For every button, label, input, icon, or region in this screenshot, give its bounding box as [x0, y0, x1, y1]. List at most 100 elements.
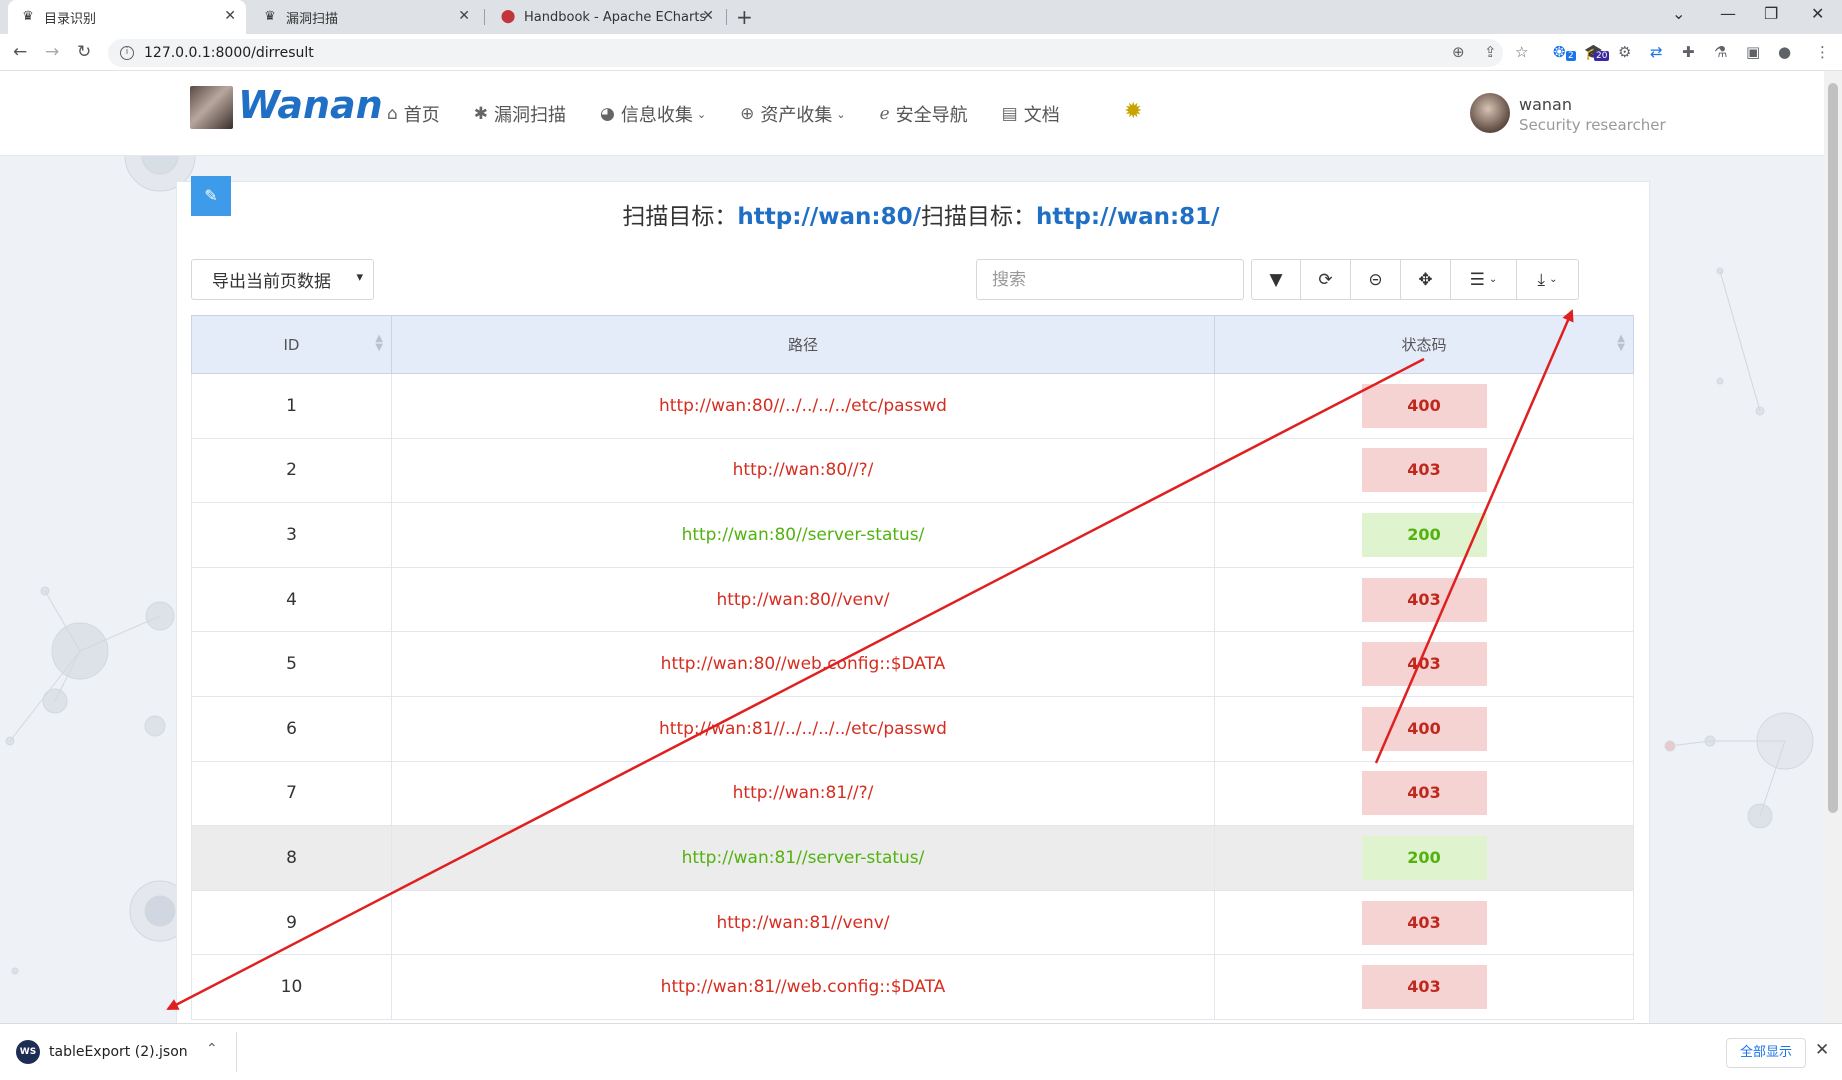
cell-status: 200 — [1214, 502, 1634, 568]
flask-icon[interactable]: ⚗ — [1714, 43, 1727, 61]
table-row[interactable]: 8 http://wan:81//server-status/200 — [191, 825, 1634, 891]
nav-security-nav[interactable]: ℯ 安全导航 — [880, 101, 968, 127]
arrows-move-icon: ✥ — [1418, 269, 1433, 290]
close-tab-icon[interactable]: ✕ — [224, 8, 236, 24]
tab-search-chevron-icon[interactable]: ⌄ — [1672, 4, 1685, 23]
table-row[interactable]: 7 http://wan:81//?/ 403 — [191, 761, 1634, 827]
cell-id: 3 — [191, 502, 392, 568]
cell-status: 200 — [1214, 825, 1634, 891]
download-shelf: WS tableExport (2).json ⌃ 全部显示 ✕ — [0, 1023, 1842, 1080]
browser-tab-strip: ♛ 目录识别 ✕ ♛ 漏洞扫描 ✕ ⬤ Handbook - Apache EC… — [0, 0, 1842, 34]
sort-icon[interactable]: ▲ ▼ — [375, 334, 383, 353]
cell-id: 7 — [191, 761, 392, 827]
webstorm-file-icon[interactable]: WS — [16, 1040, 40, 1064]
cell-status: 400 — [1214, 373, 1634, 439]
toggle-view-button[interactable]: ⊝ — [1351, 259, 1401, 300]
sort-icon[interactable]: ▲ ▼ — [1617, 334, 1625, 353]
reload-icon[interactable]: ↻ — [77, 42, 91, 62]
status-badge: 200 — [1361, 512, 1487, 557]
maximize-icon[interactable]: ❐ — [1764, 4, 1778, 23]
back-icon[interactable]: ← — [13, 42, 27, 62]
show-all-button[interactable]: 全部显示 — [1726, 1038, 1806, 1068]
share-icon[interactable]: ⇪ — [1484, 43, 1497, 61]
url-field[interactable]: i 127.0.0.1:8000/dirresult — [108, 39, 1503, 67]
scrollbar-thumb[interactable] — [1828, 83, 1838, 813]
close-icon[interactable]: ✕ — [1815, 1040, 1829, 1060]
chevron-up-icon[interactable]: ⌃ — [206, 1041, 218, 1057]
logo-avatar[interactable] — [190, 86, 233, 129]
cell-id: 5 — [191, 631, 392, 697]
gear-extension-icon[interactable]: ⚙ — [1618, 43, 1631, 61]
puzzle-icon[interactable]: ✚ — [1682, 43, 1695, 61]
cell-id: 9 — [191, 890, 392, 956]
bookmark-star-icon[interactable]: ☆ — [1515, 43, 1528, 61]
logo-text[interactable]: Wanan — [238, 83, 383, 127]
user-name[interactable]: wanan — [1519, 95, 1572, 114]
table-row[interactable]: 2 http://wan:80//?/ 403 — [191, 438, 1634, 504]
scan-target-link[interactable]: http://wan:80/ — [737, 204, 921, 230]
scan-target-link[interactable]: http://wan:81/ — [1036, 204, 1220, 230]
cell-path: http://wan:81//server-status/ — [391, 825, 1215, 891]
status-badge: 200 — [1361, 835, 1487, 880]
nav-asset-collect[interactable]: ⊕ 资产收集 ⌄ — [740, 101, 845, 127]
profile-icon[interactable]: ● — [1778, 43, 1791, 61]
table-row[interactable]: 5 http://wan:80//web.config::$DATA 403 — [191, 631, 1634, 697]
table-row[interactable]: 10 http://wan:81//web.config::$DATA 403 — [191, 954, 1634, 1020]
close-tab-icon[interactable]: ✕ — [702, 8, 714, 24]
caret-square-down-icon: ▼ — [1269, 269, 1283, 290]
toggle-pagination-button[interactable]: ▼ — [1251, 259, 1301, 300]
main-nav: ⌂ 首页 ✱ 漏洞扫描 ◕ 信息收集 ⌄ ⊕ 资产收集 ⌄ ℯ 安全导航 ▤ 文… — [387, 101, 1094, 127]
site-info-icon[interactable]: i — [120, 46, 134, 60]
side-panel-icon[interactable]: ▣ — [1746, 43, 1760, 61]
close-window-icon[interactable]: ✕ — [1811, 4, 1824, 23]
cell-id: 6 — [191, 696, 392, 762]
zoom-icon[interactable]: ⊕ — [1452, 43, 1465, 61]
refresh-button[interactable]: ⟳ — [1301, 259, 1351, 300]
close-tab-icon[interactable]: ✕ — [458, 8, 470, 24]
fullscreen-button[interactable]: ✥ — [1401, 259, 1451, 300]
tab-separator — [726, 9, 727, 25]
cell-path: http://wan:81//venv/ — [391, 890, 1215, 956]
new-tab-icon[interactable]: + — [736, 5, 753, 29]
globe-icon: ◕ — [600, 104, 615, 124]
table-row[interactable]: 3 http://wan:80//server-status/200 — [191, 502, 1634, 568]
cell-id: 1 — [191, 373, 392, 439]
export-button[interactable]: ⤓ ⌄ — [1517, 259, 1579, 300]
cell-path: http://wan:80//../../../../etc/passwd — [391, 373, 1215, 439]
table-row[interactable]: 4 http://wan:80//venv/403 — [191, 567, 1634, 633]
column-header-status[interactable]: 状态码 ▲ ▼ — [1214, 315, 1634, 374]
forward-icon[interactable]: → — [45, 42, 59, 62]
sync-extension-icon[interactable]: ⇄ — [1650, 43, 1663, 61]
nav-info-collect[interactable]: ◕ 信息收集 ⌄ — [600, 101, 706, 127]
tab-vuln-scan[interactable]: ♛ 漏洞扫描 ✕ — [250, 0, 480, 34]
scan-target-title: 扫描目标：http://wan:80/扫描目标：http://wan:81/ — [622, 204, 1220, 230]
status-badge: 403 — [1361, 900, 1487, 945]
cell-path: http://wan:81//?/ — [391, 761, 1215, 827]
tab-echarts-handbook[interactable]: ⬤ Handbook - Apache ECharts ✕ — [488, 0, 724, 34]
user-role: Security researcher — [1519, 116, 1666, 134]
menu-kebab-icon[interactable]: ⋮ — [1815, 43, 1830, 61]
search-input[interactable] — [976, 259, 1244, 300]
tab-dir-recognition[interactable]: ♛ 目录识别 ✕ — [8, 0, 246, 34]
avatar[interactable] — [1470, 93, 1510, 133]
document-icon: ▤ — [1001, 104, 1018, 124]
sun-theme-icon[interactable]: ✹ — [1124, 99, 1142, 124]
extension-icon[interactable]: ❂ — [1553, 43, 1566, 61]
columns-button[interactable]: ☰ ⌄ — [1451, 259, 1517, 300]
cell-path: http://wan:80//venv/ — [391, 567, 1215, 633]
nav-docs[interactable]: ▤ 文档 — [1002, 101, 1060, 127]
toggle-icon: ⊝ — [1368, 269, 1383, 290]
nav-home[interactable]: ⌂ 首页 — [387, 101, 440, 127]
chevron-down-icon: ⌄ — [696, 107, 707, 121]
column-header-id[interactable]: ID ▲ ▼ — [191, 315, 392, 374]
minimize-icon[interactable]: — — [1720, 4, 1736, 23]
home-icon: ⌂ — [387, 104, 398, 124]
table-row[interactable]: 6 http://wan:81//../../../../etc/passwd 40… — [191, 696, 1634, 762]
table-row[interactable]: 1 http://wan:80//../../../../etc/passwd 40… — [191, 373, 1634, 439]
extension-badge: 20 — [1594, 51, 1610, 61]
nav-vuln-scan[interactable]: ✱ 漏洞扫描 — [474, 101, 566, 127]
download-file-name[interactable]: tableExport (2).json — [49, 1044, 188, 1060]
export-type-select[interactable]: 导出当前页数据 ▾ — [191, 259, 374, 300]
cell-status: 403 — [1214, 631, 1634, 697]
table-row[interactable]: 9 http://wan:81//venv/403 — [191, 890, 1634, 956]
